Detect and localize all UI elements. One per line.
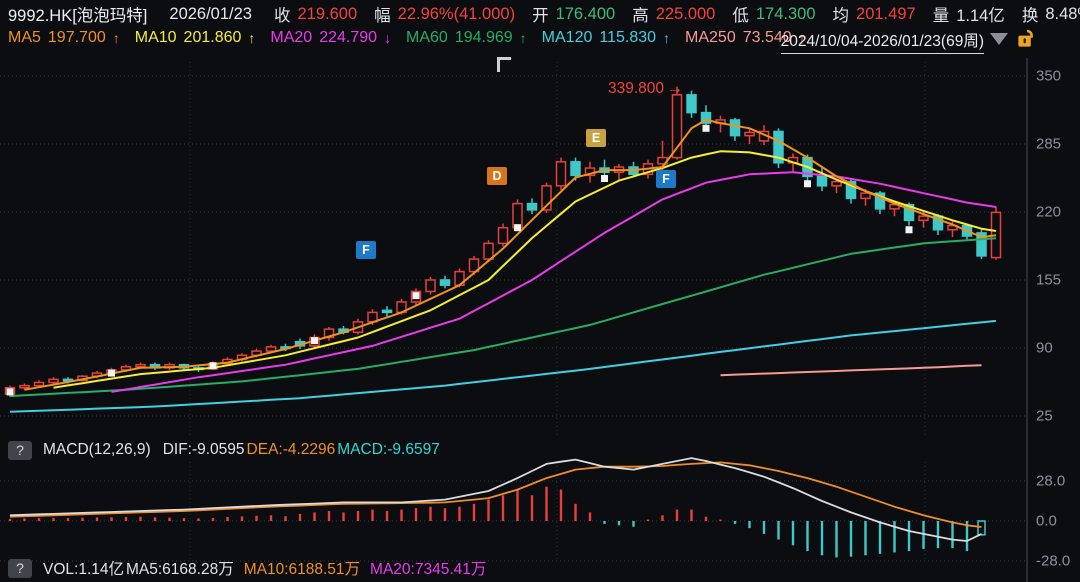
vol-ma10-value: MA10:6188.51万 [244, 557, 360, 579]
macd-axis-tick: 28.0 [1036, 473, 1065, 490]
macd-axis-tick: 0.0 [1036, 513, 1057, 530]
price-axis-tick: 25 [1036, 407, 1053, 424]
event-badge-f[interactable]: F [656, 170, 676, 188]
price-axis-tick: 285 [1036, 135, 1061, 152]
event-badge-f[interactable]: F [356, 241, 376, 259]
macd-dea-value: DEA:-4.2296 [247, 441, 336, 459]
peak-price-label: 339.800 [608, 80, 664, 98]
crosshair-corner-mark [497, 57, 511, 72]
macd-dif-value: DIF:-9.0595 [163, 441, 245, 459]
volume-header: ? VOL:1.14亿 MA5:6168.28万 MA10:6188.51万 M… [8, 558, 488, 578]
vol-value: VOL:1.14亿 [43, 557, 124, 579]
macd-header: ? MACD(12,26,9) DIF:-9.0595 DEA:-4.2296 … [8, 440, 442, 460]
macd-value: MACD:-9.6597 [337, 441, 440, 459]
vol-ma5-value: MA5:6168.28万 [126, 557, 234, 579]
price-axis-tick: 155 [1036, 271, 1061, 288]
price-axis-tick: 90 [1036, 339, 1053, 356]
candlestick-chart[interactable] [0, 0, 1080, 582]
event-badge-d[interactable]: D [487, 167, 507, 185]
peak-price-annotation: 339.800 → [608, 80, 683, 98]
help-icon[interactable]: ? [8, 559, 32, 578]
vol-ma20-value: MA20:7345.41万 [370, 557, 486, 579]
price-axis-tick: 220 [1036, 203, 1061, 220]
price-axis-tick: 350 [1036, 68, 1061, 85]
macd-axis-tick: -28.0 [1036, 553, 1070, 570]
macd-params-label: MACD(12,26,9) [43, 441, 151, 459]
event-badge-e[interactable]: E [586, 129, 606, 147]
stock-chart-app: 9992.HK[泡泡玛特]2026/01/23收219.600幅22.96%(4… [0, 0, 1080, 582]
help-icon[interactable]: ? [8, 441, 32, 460]
right-arrow-icon: → [667, 80, 683, 98]
